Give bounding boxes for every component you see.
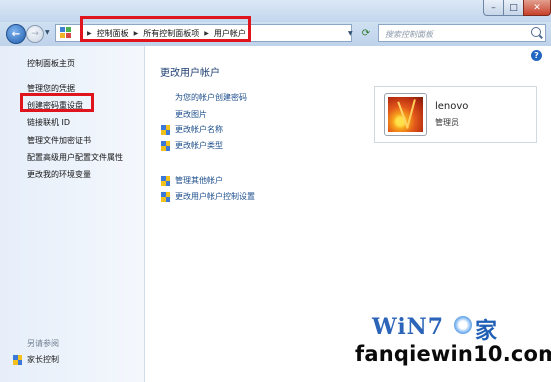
control-panel-icon	[60, 27, 72, 39]
uac-shield-icon	[161, 175, 170, 186]
watermark-logo: WiN7	[372, 314, 445, 340]
search-input[interactable]: 搜索控制面板	[378, 24, 546, 42]
title-bar: – □ ✕	[0, 0, 551, 22]
change-account-name-label: 更改帐户名称	[175, 125, 223, 134]
breadcrumb: ▶ 控制面板 ▶ 所有控制面板项 ▶ 用户帐户	[82, 28, 246, 39]
control-panel-window: – □ ✕ ← → ▼ ▶ 控制面板 ▶ 所有控制面板项 ▶ 用户帐户 ▼ ⟳ …	[0, 0, 551, 382]
forward-arrow-icon[interactable]: →	[26, 25, 44, 43]
close-button[interactable]: ✕	[523, 0, 551, 16]
help-icon[interactable]: ?	[531, 50, 542, 61]
uac-settings-label: 更改用户帐户控制设置	[175, 192, 255, 201]
parental-controls-link[interactable]: 家长控制	[13, 354, 59, 365]
change-picture-link[interactable]: 更改图片	[175, 109, 207, 120]
change-account-type-link[interactable]: 更改帐户类型	[161, 140, 223, 151]
maximize-button[interactable]: □	[503, 0, 524, 16]
breadcrumb-user-accounts[interactable]: 用户帐户	[214, 28, 246, 39]
watermark-url: fanqiewin10.com	[355, 342, 551, 366]
minimize-button[interactable]: –	[483, 0, 504, 16]
watermark-logo-suffix: 家	[475, 319, 498, 344]
avatar[interactable]	[384, 93, 427, 136]
account-role: 管理员	[435, 118, 459, 127]
search-placeholder: 搜索控制面板	[385, 30, 433, 39]
shield-icon	[13, 354, 22, 365]
sidebar-item-link-online-id[interactable]: 链接联机 ID	[27, 117, 70, 128]
sidebar-item-advanced-profile-properties[interactable]: 配置高级用户配置文件属性	[27, 152, 123, 163]
account-card: lenovo 管理员	[374, 86, 537, 143]
breadcrumb-separator-icon[interactable]: ▶	[204, 30, 209, 37]
parental-controls-label: 家长控制	[27, 355, 59, 364]
see-also-label: 另请参阅	[27, 339, 59, 348]
manage-other-accounts-label: 管理其他帐户	[175, 176, 223, 185]
create-password-link[interactable]: 为您的帐户创建密码	[175, 92, 247, 103]
breadcrumb-all-items[interactable]: 所有控制面板项	[143, 28, 199, 39]
back-arrow-icon[interactable]: ←	[6, 24, 26, 44]
sidebar-item-control-panel-home[interactable]: 控制面板主页	[27, 58, 75, 69]
address-box[interactable]: ▶ 控制面板 ▶ 所有控制面板项 ▶ 用户帐户	[55, 24, 352, 42]
uac-shield-icon	[161, 191, 170, 202]
account-name: lenovo	[435, 101, 469, 112]
breadcrumb-control-panel[interactable]: 控制面板	[97, 28, 129, 39]
address-dropdown-icon[interactable]: ▼	[348, 30, 353, 37]
search-icon[interactable]	[531, 27, 541, 37]
page-title: 更改用户帐户	[160, 68, 220, 79]
uac-shield-icon	[161, 124, 170, 135]
breadcrumb-separator-icon: ▶	[87, 29, 92, 37]
uac-shield-icon	[161, 140, 170, 151]
change-account-type-label: 更改帐户类型	[175, 141, 223, 150]
windows-flag-icon	[454, 316, 472, 334]
sidebar-highlight-box	[20, 93, 94, 112]
flower-picture-icon	[388, 97, 423, 132]
address-bar-row: ← → ▼ ▶ 控制面板 ▶ 所有控制面板项 ▶ 用户帐户 ▼ ⟳ 搜索控制面板	[0, 22, 551, 46]
sidebar-item-environment-variables[interactable]: 更改我的环境变量	[27, 169, 91, 180]
breadcrumb-separator-icon[interactable]: ▶	[134, 30, 139, 37]
uac-settings-link[interactable]: 更改用户帐户控制设置	[161, 191, 255, 202]
change-account-name-link[interactable]: 更改帐户名称	[161, 124, 223, 135]
refresh-icon[interactable]: ⟳	[358, 26, 374, 41]
recent-pages-dropdown-icon[interactable]: ▼	[45, 29, 50, 36]
manage-other-accounts-link[interactable]: 管理其他帐户	[161, 175, 223, 186]
sidebar-item-manage-encryption-certificates[interactable]: 管理文件加密证书	[27, 135, 91, 146]
